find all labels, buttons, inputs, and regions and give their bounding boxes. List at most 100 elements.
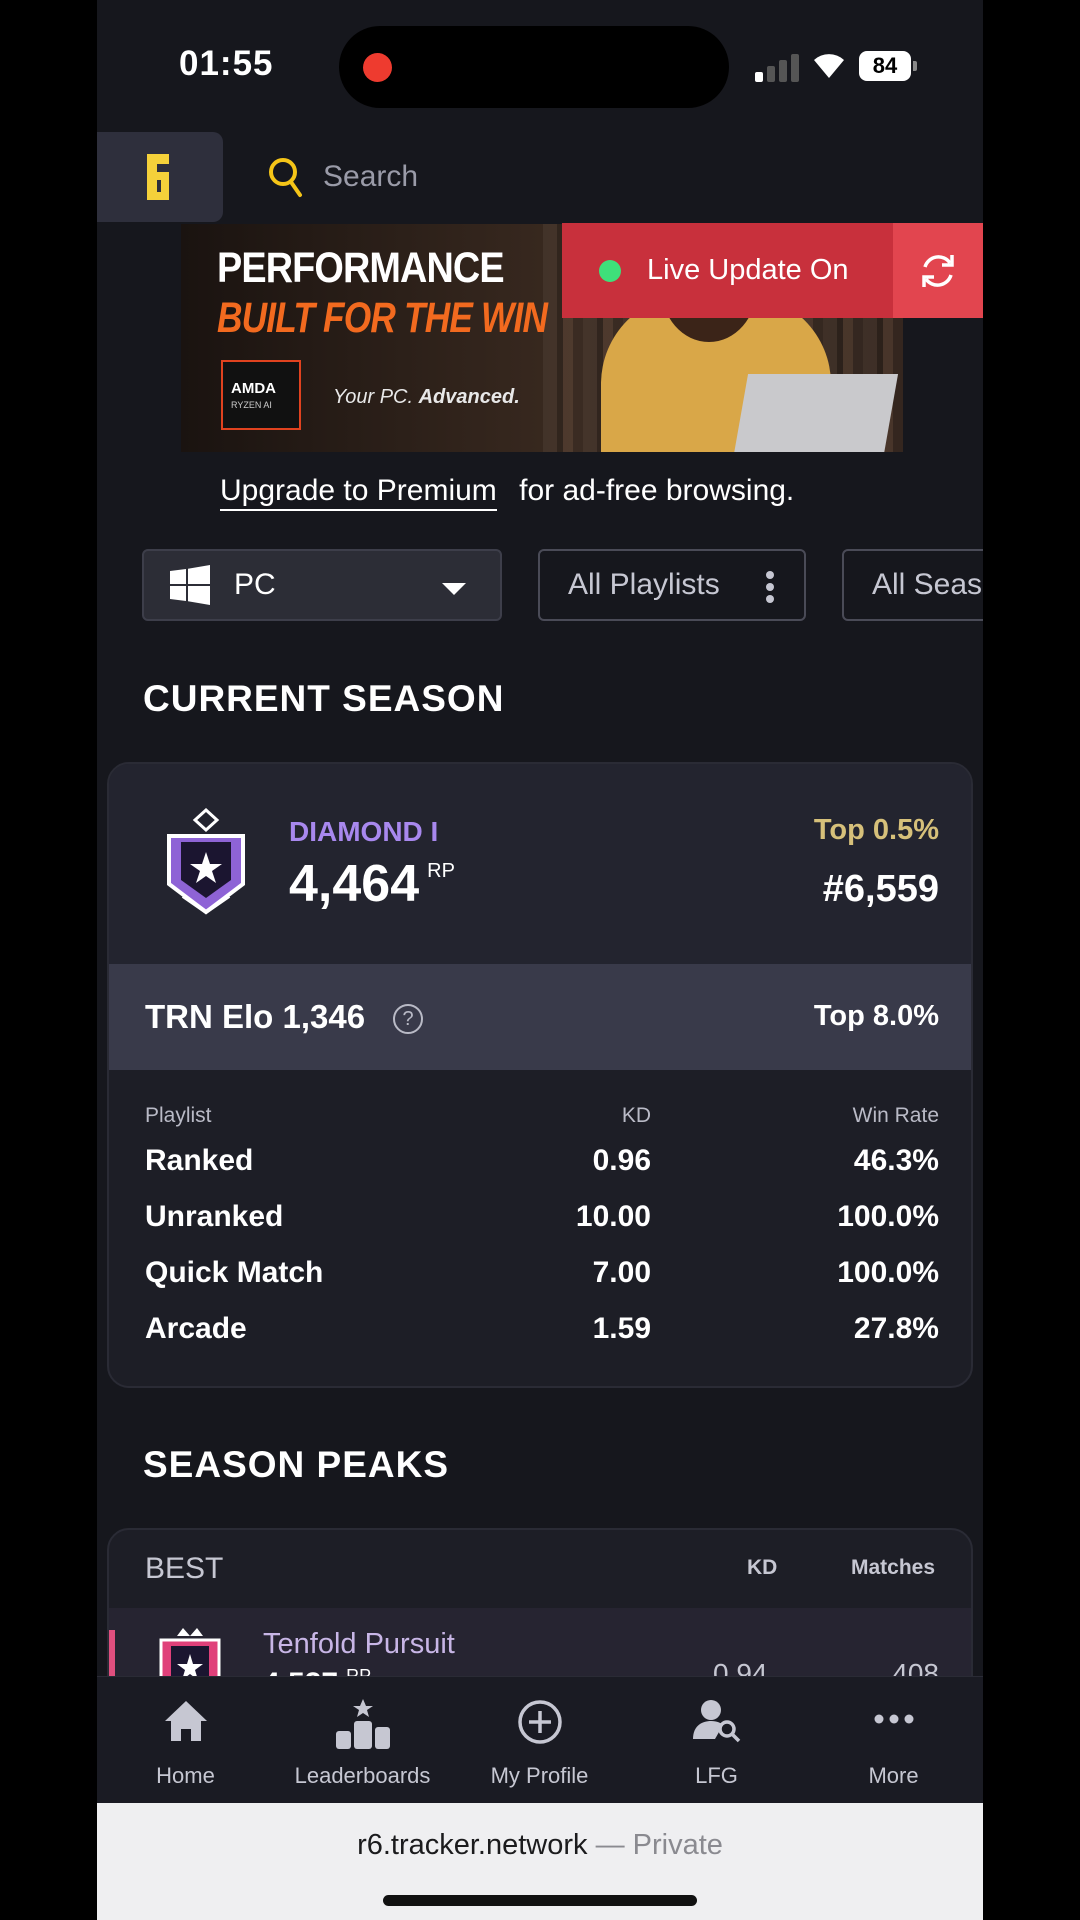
windows-icon [170,565,210,605]
nav-leaderboards-label: Leaderboards [294,1763,431,1788]
ad-tagline-emph: Advanced. [418,386,520,408]
row-win-rate: 46.3% [853,1144,939,1177]
url-separator: — [595,1829,625,1861]
status-time: 01:55 [179,44,274,83]
r6-logo-icon [147,154,169,200]
more-icon [874,1714,913,1724]
peaks-kd-header: KD [747,1556,778,1579]
wifi-icon [814,54,844,78]
platform-label: PC [234,568,276,601]
phone-screen: 01:55 84 Search PERFORMANCE BUILT FOR TH… [97,0,983,1920]
rank-position: #6,559 [822,868,939,910]
playlists-label: All Playlists [568,568,720,601]
nav-lfg-label: LFG [695,1763,738,1788]
search-icon [269,158,302,197]
search-bar[interactable]: Search [267,152,418,202]
browser-address-bar[interactable]: r6.tracker.network — Private [97,1803,983,1920]
site-logo-button[interactable] [97,132,223,222]
row-win-rate: 100.0% [837,1200,939,1233]
kebab-menu-icon [766,571,774,607]
row-win-rate: 100.0% [837,1256,939,1289]
amd-ryzen-logo: AMDA RYZEN AI [221,360,301,430]
ad-tagline: Your PC. Advanced. [333,386,520,409]
nav-my-profile-label: My Profile [490,1763,589,1788]
peak-rank-name: Tenfold Pursuit [263,1628,455,1660]
peak-accent-bar [109,1630,115,1680]
row-kd: 10.00 [575,1200,651,1233]
row-kd: 7.00 [592,1256,651,1289]
top-nav: Search [97,132,983,224]
leaderboards-icon [335,1699,390,1749]
elo-label: TRN Elo 1,346 [145,998,366,1035]
row-kd: 1.59 [592,1312,651,1345]
seasons-filter-button[interactable]: All Seas [842,549,983,621]
seasons-label: All Seas [872,568,983,601]
filter-bar: PC All Playlists All Seas [142,549,983,621]
live-status-dot-icon [599,259,621,282]
live-update-label: Live Update On [647,254,849,286]
nav-leaderboards[interactable]: Leaderboards [274,1677,451,1804]
table-row[interactable]: Unranked 10.00 100.0% [145,1200,939,1256]
current-season-heading: CURRENT SEASON [143,678,505,719]
recording-icon [363,53,392,82]
platform-select[interactable]: PC [142,549,502,621]
row-playlist: Quick Match [145,1256,324,1289]
peaks-matches-header: Matches [850,1556,935,1579]
help-icon[interactable]: ? [393,1004,423,1034]
header-win-rate: Win Rate [852,1104,939,1127]
nav-home[interactable]: Home [97,1677,274,1804]
row-playlist: Arcade [145,1312,247,1345]
premium-text: for ad-free browsing. [519,474,795,507]
rp-unit: RP [427,860,455,882]
url-display: r6.tracker.network — Private [97,1829,983,1862]
ad-chip-sub: RYZEN AI [231,400,272,410]
refresh-button[interactable] [893,223,983,318]
premium-banner: Upgrade to Premium for ad-free browsing. [220,474,795,511]
rank-points: 4,464 RP [289,854,455,914]
nav-my-profile[interactable]: My Profile [451,1677,628,1804]
season-peaks-heading: SEASON PEAKS [143,1444,450,1485]
trn-elo-row: TRN Elo 1,346 ? Top 8.0% [109,964,971,1070]
private-mode-label: Private [632,1829,723,1861]
rp-value: 4,464 [289,855,420,913]
rank-top-percent: Top 0.5% [813,814,939,846]
ad-headline: PERFORMANCE [217,244,505,292]
playlists-filter-button[interactable]: All Playlists [538,549,806,621]
nav-more[interactable]: More [805,1677,982,1804]
cellular-signal-icon [755,54,801,82]
elo-top-percent: Top 8.0% [813,1000,939,1032]
chevron-down-icon [442,583,466,595]
upgrade-premium-link[interactable]: Upgrade to Premium [220,474,497,511]
status-bar: 01:55 84 [97,0,983,130]
header-playlist: Playlist [145,1104,212,1127]
current-season-card: DIAMOND I 4,464 RP Top 0.5% #6,559 TRN El… [107,762,973,1388]
search-placeholder: Search [323,160,419,193]
rank-name: DIAMOND I [289,816,439,847]
table-row[interactable]: Quick Match 7.00 100.0% [145,1256,939,1312]
row-kd: 0.96 [592,1144,651,1177]
add-circle-icon [517,1700,562,1744]
live-update-toggle[interactable]: Live Update On [562,223,983,318]
nav-more-label: More [868,1763,919,1788]
ad-laptop-graphic [733,374,899,452]
table-row[interactable]: Ranked 0.96 46.3% [145,1144,939,1200]
user-search-icon [692,1700,740,1743]
dynamic-island [339,26,729,108]
table-header: Playlist KD Win Rate [145,1104,939,1144]
diamond-rank-icon [167,808,245,915]
nav-lfg[interactable]: LFG [628,1677,805,1804]
refresh-icon [922,254,954,287]
url-domain: r6.tracker.network [357,1829,588,1861]
table-row[interactable]: Arcade 1.59 27.8% [145,1312,939,1368]
nav-home-label: Home [156,1763,215,1788]
ad-tagline-plain: Your PC. [333,386,414,408]
battery-icon: 84 [859,51,917,81]
ad-chip-brand: AMDA [231,380,276,397]
header-kd: KD [621,1104,651,1127]
ad-subheadline: BUILT FOR THE WIN [217,294,548,342]
row-playlist: Ranked [145,1144,254,1177]
playlist-stats-table: Playlist KD Win Rate Ranked 0.96 46.3% U… [145,1104,939,1368]
row-playlist: Unranked [145,1200,284,1233]
best-label: BEST [145,1552,224,1585]
home-indicator[interactable] [383,1895,697,1906]
